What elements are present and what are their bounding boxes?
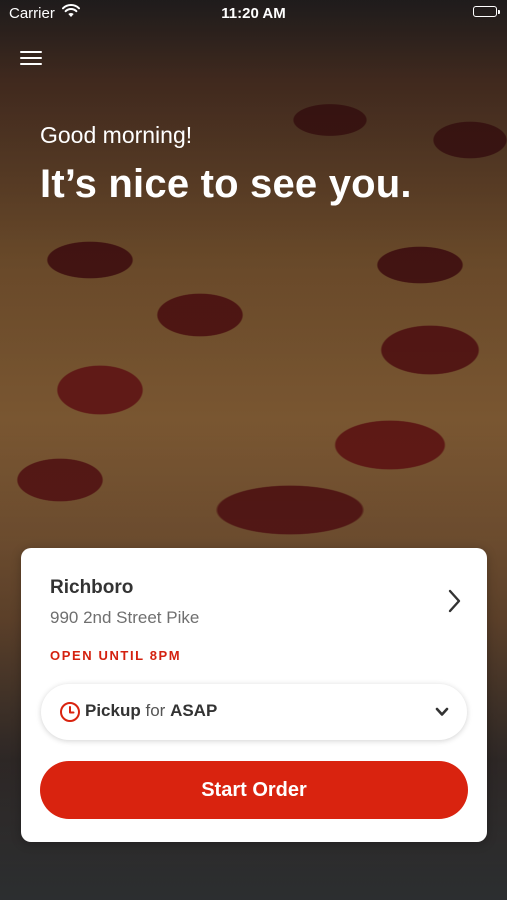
store-hours-label: OPEN UNTIL 8PM: [50, 648, 182, 663]
status-bar: Carrier 11:20 AM: [0, 0, 507, 28]
order-mode-text: Pickup for ASAP: [85, 701, 217, 721]
location-selector[interactable]: Richboro 990 2nd Street Pike: [21, 548, 487, 643]
location-name: Richboro: [50, 577, 134, 598]
chevron-down-icon: [435, 707, 449, 716]
start-order-button[interactable]: Start Order: [40, 761, 468, 819]
chevron-right-icon: [448, 589, 461, 613]
location-address: 990 2nd Street Pike: [50, 608, 200, 627]
battery-icon: [473, 6, 500, 17]
order-connector: for: [145, 701, 166, 720]
clock-icon: [60, 702, 80, 722]
greeting-text: Good morning!: [40, 122, 193, 148]
location-card: Richboro 990 2nd Street Pike OPEN UNTIL …: [21, 548, 487, 842]
headline-text: It’s nice to see you.: [40, 162, 412, 206]
clock-time: 11:20 AM: [221, 5, 286, 22]
order-mode-selector[interactable]: Pickup for ASAP: [41, 684, 467, 740]
order-method: Pickup: [85, 701, 141, 720]
hamburger-menu-icon[interactable]: [20, 48, 42, 68]
order-time: ASAP: [170, 701, 218, 720]
